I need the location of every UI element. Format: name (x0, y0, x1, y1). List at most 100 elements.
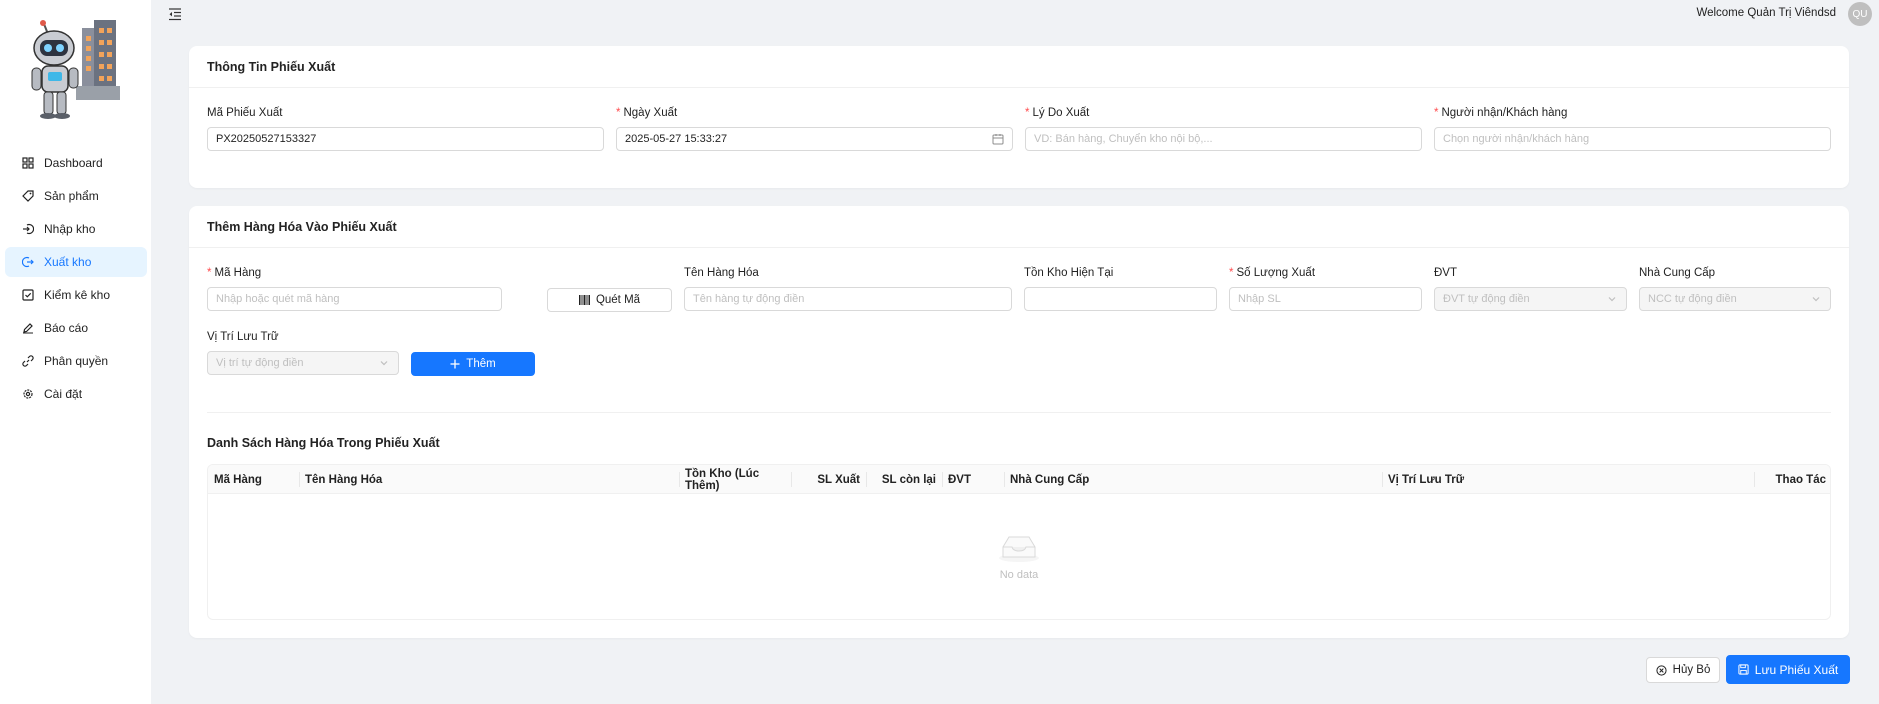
sidebar-item-label: Báo cáo (44, 321, 89, 335)
empty-text: No data (999, 568, 1039, 581)
col-item-code: Mã Hàng (214, 473, 262, 486)
required-mark: * (1434, 107, 1439, 119)
sidebar-item-label: Kiểm kê kho (44, 288, 111, 302)
chevron-down-icon (1812, 297, 1820, 302)
sidebar-item-export[interactable]: Xuất kho (5, 247, 147, 277)
label-text: Số Lượng Xuất (1236, 267, 1316, 279)
sidebar-item-label: Phân quyền (44, 354, 109, 368)
barcode-icon (578, 295, 590, 305)
sidebar-item-reports[interactable]: Báo cáo (5, 313, 147, 343)
col-remaining-qty: SL còn lại (881, 473, 936, 486)
select-placeholder: ĐVT tự động điền (1443, 293, 1530, 305)
item-code-input[interactable]: Nhập hoặc quét mã hàng (207, 287, 502, 311)
field-label: * Mã Hàng (207, 266, 502, 280)
export-code-input[interactable]: PX20250527153327 (207, 127, 604, 151)
sidebar-item-label: Dashboard (44, 156, 103, 170)
label-text: Mã Hàng (214, 267, 262, 279)
field-label: * Số Lượng Xuất (1229, 266, 1422, 280)
col-actions: Thao Tác (1775, 473, 1826, 486)
col-supplier: Nhà Cung Cấp (1010, 473, 1090, 486)
edit-icon (22, 322, 34, 334)
sidebar: Dashboard Sản phẩm Nhập kho Xuất kho Kiể… (0, 0, 151, 704)
save-icon (1738, 664, 1749, 675)
label-text: Ngày Xuất (623, 107, 678, 119)
export-reason-input[interactable]: VD: Bán hàng, Chuyển kho nội bộ,... (1025, 127, 1422, 151)
chevron-down-icon (1608, 297, 1616, 302)
select-placeholder: NCC tự động điền (1648, 293, 1737, 305)
menu-fold-icon[interactable] (168, 7, 182, 21)
list-title: Danh Sách Hàng Hóa Trong Phiếu Xuất (207, 436, 440, 450)
export-info-card: Thông Tin Phiếu Xuất Mã Phiếu Xuất PX202… (189, 46, 1849, 188)
scan-code-button[interactable]: Quét Mã (547, 288, 672, 312)
sidebar-item-permissions[interactable]: Phân quyền (5, 346, 147, 376)
location-select[interactable]: Vị trí tự động điền (207, 351, 399, 375)
add-item-button[interactable]: Thêm (411, 352, 535, 376)
close-circle-icon (1656, 664, 1667, 676)
select-placeholder: Vị trí tự động điền (216, 357, 304, 369)
required-mark: * (1229, 267, 1234, 279)
tag-icon (22, 190, 34, 202)
export-date-picker[interactable]: 2025-05-27 15:33:27 (616, 127, 1013, 151)
divider (207, 412, 1831, 413)
field-label: Vị Trí Lưu Trữ (207, 331, 279, 343)
avatar[interactable]: QU (1848, 2, 1872, 26)
card-title: Thông Tin Phiếu Xuất (189, 46, 1849, 88)
link-icon (22, 355, 34, 367)
logout-icon (22, 256, 34, 268)
side-menu: Dashboard Sản phẩm Nhập kho Xuất kho Kiể… (5, 148, 147, 412)
field-label: * Lý Do Xuất (1025, 106, 1422, 120)
field-label: * Ngày Xuất (616, 106, 1013, 120)
field-label: Tồn Kho Hiện Tại (1024, 267, 1114, 279)
col-location: Vị Trí Lưu Trữ (1388, 473, 1465, 486)
field-label: ĐVT (1434, 267, 1457, 279)
supplier-select[interactable]: NCC tự động điền (1639, 287, 1831, 311)
login-icon (22, 223, 34, 235)
sidebar-item-label: Nhập kho (44, 222, 96, 236)
cancel-button[interactable]: Hủy Bỏ (1646, 657, 1720, 683)
unit-select[interactable]: ĐVT tự động điền (1434, 287, 1627, 311)
field-label: Tên Hàng Hóa (684, 267, 759, 279)
button-label: Thêm (466, 358, 496, 370)
welcome-text: Welcome Quản Trị Viêndsd (1696, 7, 1836, 19)
plus-icon (450, 359, 460, 369)
required-mark: * (207, 267, 212, 279)
sidebar-item-label: Xuất kho (44, 255, 92, 269)
required-mark: * (616, 107, 621, 119)
field-label: * Người nhận/Khách hàng (1434, 106, 1831, 120)
sidebar-item-label: Cài đặt (44, 387, 83, 401)
button-label: Lưu Phiếu Xuất (1754, 662, 1839, 677)
button-label: Hủy Bỏ (1672, 664, 1711, 676)
card-title: Thêm Hàng Hóa Vào Phiếu Xuất (189, 206, 1849, 248)
col-export-qty: SL Xuất (817, 473, 860, 486)
field-label: Mã Phiếu Xuất (207, 107, 283, 119)
empty-state: No data (208, 494, 1830, 619)
empty-inbox-icon (999, 536, 1039, 562)
col-item-name: Tên Hàng Hóa (305, 473, 383, 486)
label-text: Người nhận/Khách hàng (1441, 107, 1568, 119)
chevron-down-icon (380, 361, 388, 366)
sidebar-item-inventory-check[interactable]: Kiểm kê kho (5, 280, 147, 310)
item-name-input[interactable]: Tên hàng tự động điền (684, 287, 1012, 311)
gear-icon (22, 388, 34, 400)
robot-logo (31, 20, 120, 119)
checkbox-icon (22, 289, 34, 301)
table-header: Mã Hàng Tên Hàng Hóa Tồn Kho (Lúc Thêm) … (208, 465, 1830, 494)
sidebar-item-import[interactable]: Nhập kho (5, 214, 147, 244)
required-mark: * (1025, 107, 1030, 119)
sidebar-item-dashboard[interactable]: Dashboard (5, 148, 147, 178)
button-label: Quét Mã (595, 294, 641, 306)
sidebar-item-label: Sản phẩm (44, 189, 99, 203)
grid-icon (22, 157, 34, 169)
field-label: Nhà Cung Cấp (1639, 267, 1716, 279)
receiver-select[interactable]: Chọn người nhận/khách hàng (1434, 127, 1831, 151)
date-value: 2025-05-27 15:33:27 (625, 133, 728, 145)
sidebar-item-products[interactable]: Sản phẩm (5, 181, 147, 211)
save-button[interactable]: Lưu Phiếu Xuất (1726, 655, 1850, 684)
sidebar-item-settings[interactable]: Cài đặt (5, 379, 147, 409)
current-stock-input[interactable] (1024, 287, 1217, 311)
goods-table: Mã Hàng Tên Hàng Hóa Tồn Kho (Lúc Thêm) … (207, 464, 1831, 620)
label-text: Lý Do Xuất (1032, 107, 1090, 119)
col-unit: ĐVT (948, 473, 971, 486)
col-stock-at-add: Tồn Kho (Lúc Thêm) (685, 467, 760, 492)
export-qty-input[interactable]: Nhập SL (1229, 287, 1422, 311)
